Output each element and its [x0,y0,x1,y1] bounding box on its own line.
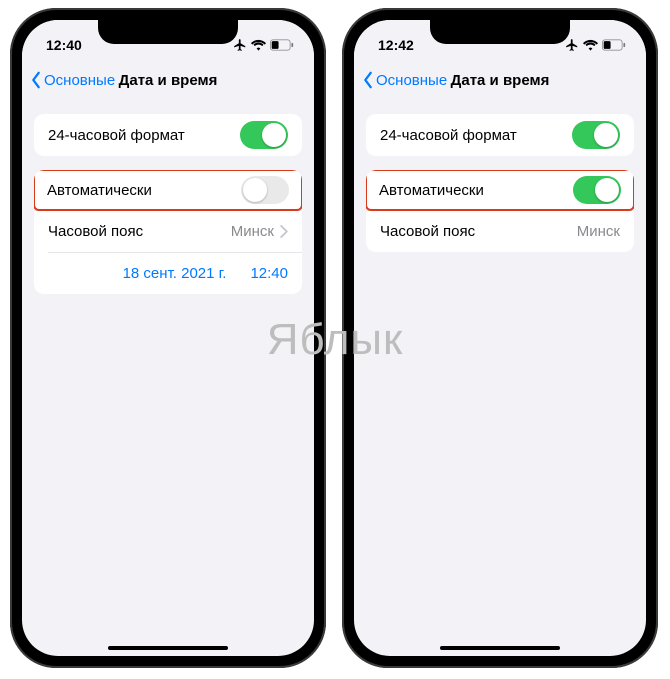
row-auto[interactable]: Автоматически [366,170,634,211]
timezone-value: Минск [577,223,620,240]
settings-group-1: 24-часовой формат [366,114,634,156]
nav-bar: Основные Дата и время [354,60,646,100]
battery-icon [270,39,294,51]
row-auto[interactable]: Автоматически [34,170,302,211]
row-datetime[interactable]: 18 сент. 2021 г. 12:40 [34,252,302,294]
toggle-auto[interactable] [573,176,621,204]
wifi-icon [583,39,598,51]
nav-bar: Основные Дата и время [22,60,314,100]
time-value[interactable]: 12:40 [250,265,288,282]
toggle-auto[interactable] [241,176,289,204]
date-value[interactable]: 18 сент. 2021 г. [123,265,227,282]
chevron-right-icon [280,225,288,238]
battery-icon [602,39,626,51]
timezone-value: Минск [231,223,274,240]
wifi-icon [251,39,266,51]
row-timezone[interactable]: Часовой пояс Минск [34,210,302,252]
settings-group-1: 24-часовой формат [34,114,302,156]
notch [430,20,570,44]
settings-group-2: Автоматически Часовой пояс Минск 18 сент… [34,170,302,294]
row-timezone: Часовой пояс Минск [366,210,634,252]
row-label: Автоматически [47,182,152,199]
row-label: 24-часовой формат [48,127,185,144]
airplane-icon [565,38,579,52]
status-time: 12:40 [46,37,82,53]
row-24h-format[interactable]: 24-часовой формат [34,114,302,156]
page-title: Дата и время [119,72,218,89]
chevron-left-icon [30,71,42,89]
row-label: 24-часовой формат [380,127,517,144]
back-label: Основные [376,72,447,89]
back-label: Основные [44,72,115,89]
phone-right: 12:42 Основные Дата и время 24-часовой ф… [342,8,658,668]
toggle-24h[interactable] [572,121,620,149]
toggle-24h[interactable] [240,121,288,149]
settings-group-2: Автоматически Часовой пояс Минск [366,170,634,252]
notch [98,20,238,44]
row-24h-format[interactable]: 24-часовой формат [366,114,634,156]
status-time: 12:42 [378,37,414,53]
phone-left: 12:40 Основные Дата и время 24-часовой ф… [10,8,326,668]
chevron-left-icon [362,71,374,89]
airplane-icon [233,38,247,52]
back-button[interactable]: Основные [30,71,115,89]
home-indicator[interactable] [440,646,560,650]
row-label: Часовой пояс [48,223,143,240]
page-title: Дата и время [451,72,550,89]
row-label: Автоматически [379,182,484,199]
back-button[interactable]: Основные [362,71,447,89]
home-indicator[interactable] [108,646,228,650]
row-label: Часовой пояс [380,223,475,240]
